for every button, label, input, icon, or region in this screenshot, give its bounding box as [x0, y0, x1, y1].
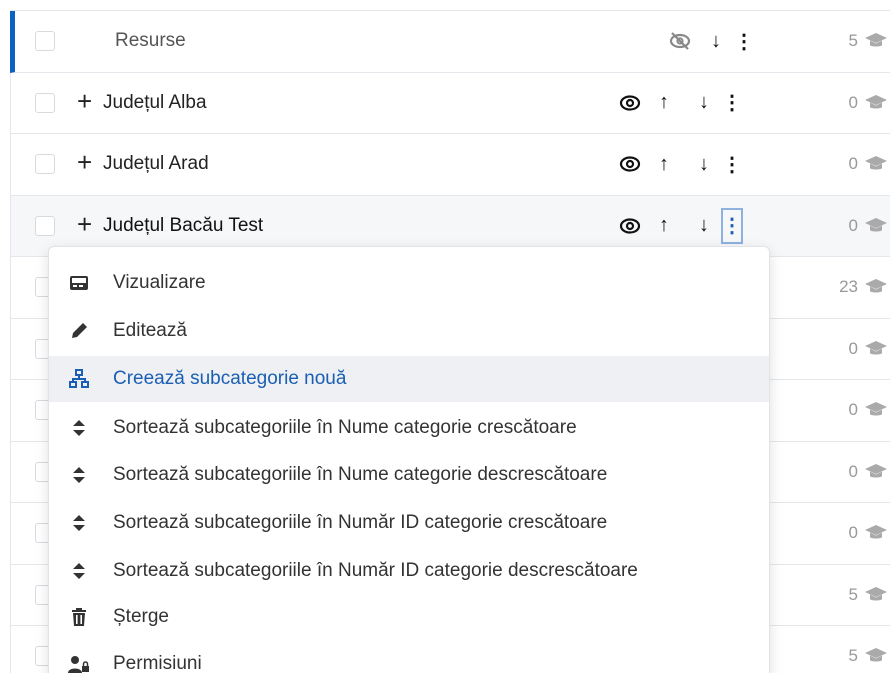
graduation-cap-icon: [864, 217, 888, 235]
kebab-menu-icon[interactable]: ⋮: [721, 149, 743, 179]
category-name[interactable]: Resurse: [115, 30, 186, 52]
graduation-cap-icon: [864, 586, 888, 604]
count-badge: 23: [818, 277, 888, 297]
graduation-cap-icon: [864, 155, 888, 173]
graduation-cap-icon: [864, 401, 888, 419]
graduation-cap-icon: [864, 278, 888, 296]
menu-item-view[interactable]: Vizualizare: [49, 260, 769, 306]
menu-item-permissions[interactable]: Permisiuni: [49, 641, 769, 673]
arrow-down-icon[interactable]: ↓: [703, 26, 729, 56]
row-actions: ↑ ↓ ⋮: [617, 207, 743, 244]
kebab-menu-icon[interactable]: ⋮: [733, 26, 755, 56]
graduation-cap-icon: [864, 463, 888, 481]
row-checkbox[interactable]: [35, 215, 55, 236]
count-badge: 0: [818, 462, 888, 482]
menu-item-edit[interactable]: Editează: [49, 308, 769, 354]
sort-icon: [67, 463, 91, 487]
graduation-cap-icon: [864, 647, 888, 665]
graduation-cap-icon: [864, 32, 888, 50]
sort-icon: [67, 559, 91, 583]
arrow-up-icon[interactable]: ↑: [651, 211, 677, 241]
count-badge: 0: [818, 400, 888, 420]
expand-plus-icon[interactable]: +: [77, 149, 92, 175]
eye-icon[interactable]: [617, 211, 643, 241]
category-name[interactable]: Județul Arad: [103, 153, 209, 175]
menu-item-sort-id-desc[interactable]: Sortează subcategoriile în Număr ID cate…: [49, 548, 769, 594]
sort-icon: [67, 416, 91, 440]
count-badge: 0: [818, 339, 888, 359]
table-row[interactable]: + Județul Alba ↑ ↓ ⋮ 0: [10, 72, 890, 134]
row-checkbox[interactable]: [35, 154, 55, 175]
row-actions: ↑ ↓ ⋮: [617, 149, 743, 179]
category-name[interactable]: Județul Bacău Test: [103, 215, 263, 237]
category-name[interactable]: Județul Alba: [103, 92, 207, 114]
menu-item-delete[interactable]: Șterge: [49, 594, 769, 640]
row-actions: ↑ ↓ ⋮: [617, 88, 743, 118]
menu-item-create-subcategory[interactable]: Creează subcategorie nouă: [49, 356, 769, 402]
arrow-down-icon[interactable]: ↓: [691, 211, 717, 241]
kebab-menu-icon[interactable]: ⋮: [721, 88, 743, 118]
row-actions: ↓ ⋮: [667, 26, 755, 56]
user-lock-icon: [67, 652, 91, 673]
count-badge: 0: [818, 523, 888, 543]
eye-icon[interactable]: [617, 149, 643, 179]
pencil-icon: [67, 319, 91, 343]
eye-icon[interactable]: [617, 88, 643, 118]
count-badge: 0: [818, 216, 888, 236]
menu-item-sort-id-asc[interactable]: Sortează subcategoriile în Număr ID cate…: [49, 500, 769, 546]
arrow-up-icon[interactable]: ↑: [651, 88, 677, 118]
view-icon: [67, 271, 91, 295]
sitemap-icon: [67, 367, 91, 391]
arrow-up-icon[interactable]: ↑: [651, 149, 677, 179]
context-menu: Vizualizare Editează Creează subcategori…: [48, 246, 770, 673]
count-badge: 5: [818, 585, 888, 605]
arrow-down-icon[interactable]: ↓: [691, 149, 717, 179]
eye-slash-icon[interactable]: [667, 26, 693, 56]
row-checkbox[interactable]: [35, 92, 55, 113]
graduation-cap-icon: [864, 94, 888, 112]
count-badge: 5: [818, 31, 888, 51]
row-checkbox[interactable]: [35, 31, 55, 52]
sort-icon: [67, 511, 91, 535]
expand-plus-icon[interactable]: +: [77, 88, 92, 114]
expand-plus-icon[interactable]: +: [77, 211, 92, 237]
kebab-menu-icon[interactable]: ⋮: [721, 207, 743, 244]
trash-icon: [67, 605, 91, 629]
menu-item-sort-name-desc[interactable]: Sortează subcategoriile în Nume categori…: [49, 452, 769, 498]
table-row[interactable]: Resurse ↓ ⋮ 5: [10, 11, 890, 73]
count-badge: 5: [818, 646, 888, 666]
arrow-down-icon[interactable]: ↓: [691, 88, 717, 118]
graduation-cap-icon: [864, 524, 888, 542]
graduation-cap-icon: [864, 340, 888, 358]
count-badge: 0: [818, 93, 888, 113]
menu-item-sort-name-asc[interactable]: Sortează subcategoriile în Nume categori…: [49, 405, 769, 451]
table-row[interactable]: + Județul Arad ↑ ↓ ⋮ 0: [10, 134, 890, 196]
count-badge: 0: [818, 154, 888, 174]
